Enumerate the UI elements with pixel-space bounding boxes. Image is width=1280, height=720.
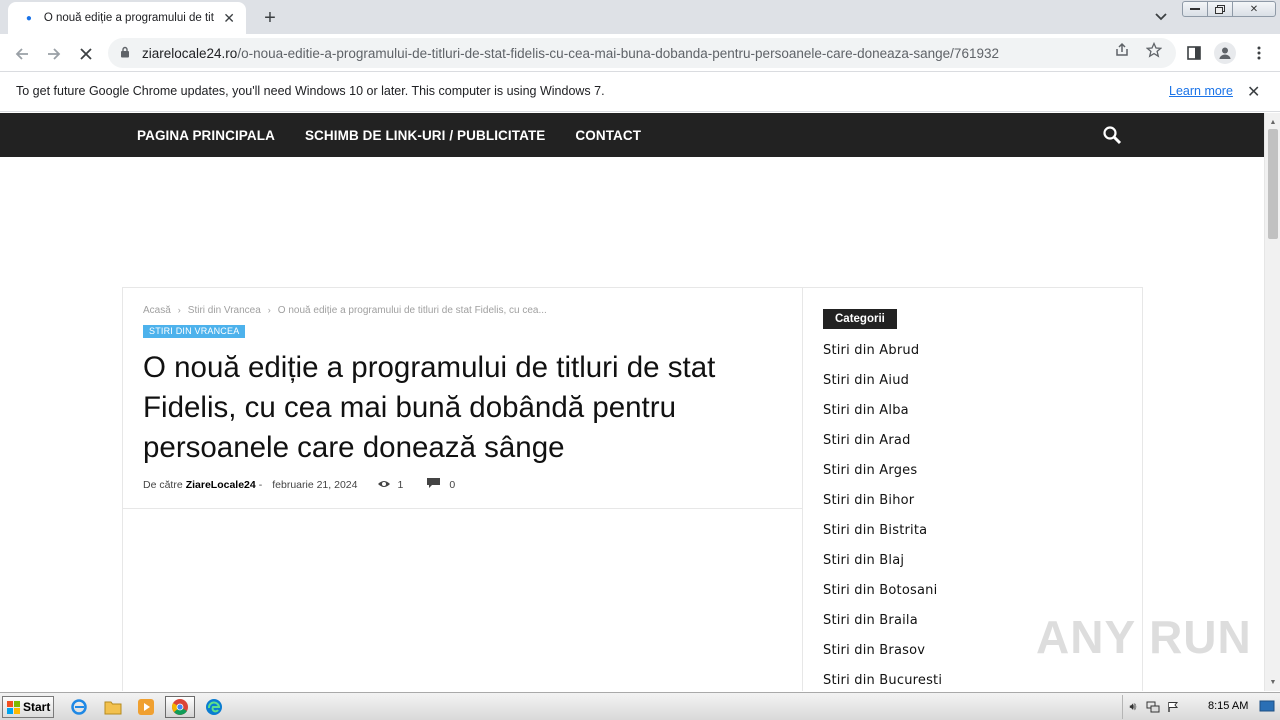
file-explorer-icon[interactable] [98, 696, 128, 718]
site-menu: PAGINA PRINCIPALA SCHIMB DE LINK-URI / P… [137, 113, 671, 157]
learn-more-link[interactable]: Learn more [1169, 84, 1233, 98]
windows-taskbar: Start 🔊︎ 8:15 AM [0, 692, 1280, 720]
list-item[interactable]: Stiri din Bistrita [823, 523, 942, 553]
list-item[interactable]: Stiri din Braila [823, 613, 942, 643]
page-scrollbar[interactable]: ▲ ▼ [1264, 113, 1280, 691]
search-icon[interactable] [1102, 125, 1124, 147]
window-restore-button[interactable] [1207, 1, 1233, 17]
system-tray: 🔊︎ [1122, 695, 1280, 719]
volume-icon[interactable]: 🔊︎ [1123, 698, 1143, 716]
article-date: februarie 21, 2024 [272, 479, 358, 491]
side-panel-icon[interactable] [1183, 42, 1205, 64]
category-list: Stiri din Abrud Stiri din Aiud Stiri din… [823, 343, 942, 691]
article-meta: De către ZiareLocale24 - februarie 21, 2… [143, 478, 455, 492]
window-minimize-button[interactable] [1182, 1, 1208, 17]
list-item[interactable]: Stiri din Aiud [823, 373, 942, 403]
watermark-text: ANY RUN [1036, 611, 1252, 663]
url-text[interactable]: ziarelocale24.ro/o-noua-editie-a-program… [142, 46, 1102, 61]
windows-logo-icon [7, 700, 20, 714]
breadcrumb-chevron-icon: › [267, 305, 271, 315]
browser-tab[interactable]: ● O nouă ediție a programului de titluri… [8, 2, 246, 34]
stop-loading-icon[interactable] [73, 41, 99, 67]
browser-toolbar: ziarelocale24.ro/o-noua-editie-a-program… [0, 34, 1280, 72]
update-infobar: To get future Google Chrome updates, you… [0, 72, 1280, 112]
start-label: Start [23, 700, 51, 714]
share-icon[interactable] [1112, 40, 1132, 60]
views-counter: 1 [377, 479, 403, 492]
loading-favicon-icon: ● [25, 12, 32, 24]
chrome-taskbar-icon[interactable] [165, 696, 195, 718]
media-player-icon[interactable] [131, 696, 161, 718]
bookmark-star-icon[interactable] [1144, 40, 1164, 60]
back-arrow-icon[interactable] [9, 41, 35, 67]
list-item[interactable]: Stiri din Arad [823, 433, 942, 463]
breadcrumb: Acasă › Stiri din Vrancea › O nouă ediți… [143, 305, 547, 316]
by-label: De către [143, 479, 183, 491]
article-header-separator [122, 508, 803, 509]
comments-counter[interactable]: 0 [427, 478, 455, 492]
show-desktop-icon[interactable] [1259, 700, 1275, 713]
eye-icon [377, 479, 391, 492]
scrollbar-thumb[interactable] [1268, 129, 1278, 239]
breadcrumb-chevron-icon: › [177, 305, 181, 315]
author-link[interactable]: ZiareLocale24 [186, 479, 256, 491]
action-center-flag-icon[interactable] [1163, 698, 1183, 716]
breadcrumb-category[interactable]: Stiri din Vrancea [188, 305, 261, 316]
list-item[interactable]: Stiri din Alba [823, 403, 942, 433]
address-bar[interactable]: ziarelocale24.ro/o-noua-editie-a-program… [108, 38, 1176, 68]
internet-explorer-icon[interactable] [64, 696, 94, 718]
new-tab-button[interactable]: + [258, 6, 282, 30]
taskbar-clock[interactable]: 8:15 AM [1208, 700, 1248, 712]
tab-close-icon[interactable]: ✕ [220, 9, 238, 27]
infobar-close-icon[interactable]: ✕ [1247, 82, 1260, 102]
comment-bubble-icon [427, 478, 441, 492]
breadcrumb-home[interactable]: Acasă [143, 305, 171, 316]
tab-search-chevron-icon[interactable] [1150, 6, 1172, 28]
site-navigation: PAGINA PRINCIPALA SCHIMB DE LINK-URI / P… [0, 113, 1264, 157]
tab-title: O nouă ediție a programului de titluri d… [43, 12, 214, 24]
edge-icon[interactable] [199, 696, 229, 718]
column-divider [802, 287, 803, 691]
page-viewport: PAGINA PRINCIPALA SCHIMB DE LINK-URI / P… [0, 113, 1264, 691]
nav-item-link-exchange[interactable]: SCHIMB DE LINK-URI / PUBLICITATE [305, 128, 545, 143]
list-item[interactable]: Stiri din Bucuresti [823, 673, 942, 691]
window-close-button[interactable]: ✕ [1232, 1, 1276, 17]
infobar-message: To get future Google Chrome updates, you… [16, 84, 605, 98]
tab-strip: ● O nouă ediție a programului de titluri… [0, 0, 1280, 34]
scroll-down-arrow-icon[interactable]: ▼ [1265, 675, 1280, 689]
views-count: 1 [397, 479, 404, 491]
comments-count: 0 [449, 479, 456, 491]
list-item[interactable]: Stiri din Bihor [823, 493, 942, 523]
list-item[interactable]: Stiri din Arges [823, 463, 942, 493]
network-icon[interactable] [1143, 698, 1163, 716]
lock-icon[interactable] [120, 46, 132, 61]
scroll-up-arrow-icon[interactable]: ▲ [1265, 115, 1280, 129]
nav-item-contact[interactable]: CONTACT [575, 128, 641, 143]
list-item[interactable]: Stiri din Abrud [823, 343, 942, 373]
article-title: O nouă ediție a programului de titluri d… [143, 351, 716, 464]
anyrun-watermark: ANY RUN [1036, 610, 1252, 664]
profile-avatar-icon[interactable] [1214, 42, 1236, 64]
sidebar-title: Categorii [823, 309, 897, 329]
start-button[interactable]: Start [2, 696, 54, 718]
author-separator: - [258, 479, 263, 491]
breadcrumb-current: O nouă ediție a programului de titluri d… [277, 305, 547, 316]
more-menu-icon[interactable] [1248, 42, 1270, 64]
category-tag[interactable]: STIRI DIN VRANCEA [143, 325, 246, 338]
nav-item-home[interactable]: PAGINA PRINCIPALA [137, 128, 275, 143]
list-item[interactable]: Stiri din Brasov [823, 643, 942, 673]
list-item[interactable]: Stiri din Botosani [823, 583, 942, 613]
forward-arrow-icon[interactable] [41, 41, 67, 67]
list-item[interactable]: Stiri din Blaj [823, 553, 942, 583]
